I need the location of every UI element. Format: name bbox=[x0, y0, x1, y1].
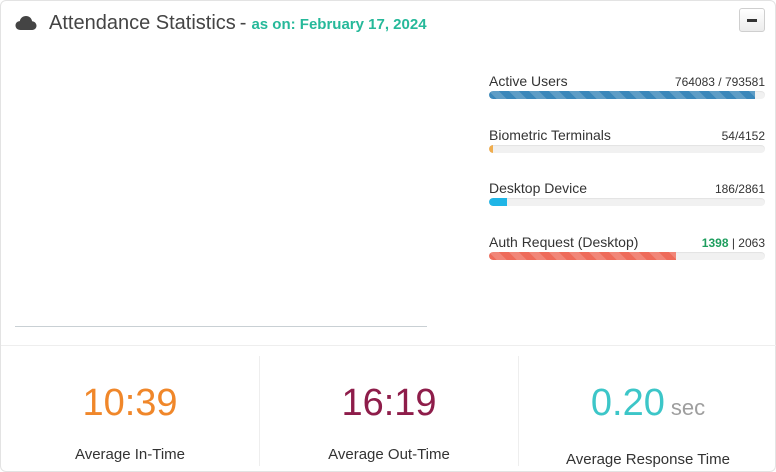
progress-biometric-terminals: Biometric Terminals 54/4152 bbox=[489, 123, 765, 177]
progress-label: Biometric Terminals bbox=[489, 126, 611, 143]
panel-header: Attendance Statistics - as on: February … bbox=[15, 9, 427, 37]
stat-label: Average In-Time bbox=[74, 446, 186, 463]
progress-count: 1398 | 2063 bbox=[702, 236, 765, 250]
stat-value: 10:39 bbox=[82, 382, 178, 424]
progress-desktop-device: Desktop Device 186/2861 bbox=[489, 176, 765, 230]
stat-unit: sec bbox=[670, 395, 706, 420]
progress-fill bbox=[489, 91, 755, 99]
page-title: Attendance Statistics bbox=[49, 11, 236, 34]
chart-baseline bbox=[15, 326, 427, 327]
progress-fill bbox=[489, 144, 493, 153]
collapse-button[interactable] bbox=[739, 8, 765, 32]
stat-value: 16:19 bbox=[341, 382, 437, 424]
progress-track bbox=[489, 251, 765, 260]
progress-count-highlight: 1398 bbox=[701, 235, 729, 250]
stats-divider bbox=[1, 345, 776, 346]
progress-track bbox=[489, 198, 765, 206]
progress-count: 186/2861 bbox=[714, 182, 765, 196]
as-on-date: as on: February 17, 2024 bbox=[251, 16, 427, 33]
progress-count: 54/4152 bbox=[721, 128, 765, 143]
stat-average-in-time: 10:39 Average In-Time bbox=[1, 356, 259, 466]
attendance-statistics-panel: Attendance Statistics - as on: February … bbox=[0, 0, 776, 472]
progress-label: Active Users bbox=[489, 73, 568, 89]
cloud-icon bbox=[15, 15, 37, 31]
progress-label: Desktop Device bbox=[489, 180, 588, 196]
progress-label: Auth Request (Desktop) bbox=[489, 233, 639, 250]
stats-row: 10:39 Average In-Time 16:19 Average Out-… bbox=[1, 356, 776, 468]
progress-fill bbox=[489, 198, 507, 206]
progress-count: 764083 / 793581 bbox=[674, 75, 765, 89]
progress-auth-request-desktop: Auth Request (Desktop) 1398 | 2063 bbox=[489, 230, 765, 284]
progress-count-total: 2063 bbox=[738, 235, 765, 250]
progress-fill bbox=[489, 251, 677, 260]
stat-label: Average Response Time bbox=[566, 451, 730, 468]
progress-list: Active Users 764083 / 793581 Biometric T… bbox=[489, 69, 765, 283]
progress-track bbox=[489, 144, 765, 153]
progress-track bbox=[489, 91, 765, 99]
stat-label: Average Out-Time bbox=[328, 446, 450, 463]
stat-average-response-time: 0.20 sec Average Response Time bbox=[518, 356, 776, 468]
minus-icon bbox=[747, 18, 757, 22]
progress-active-users: Active Users 764083 / 793581 bbox=[489, 69, 765, 123]
title-separator: - bbox=[239, 11, 247, 34]
stat-value: 0.20 sec bbox=[590, 382, 706, 424]
stat-average-out-time: 16:19 Average Out-Time bbox=[259, 356, 518, 466]
chart-area bbox=[15, 47, 427, 327]
progress-count-separator: | bbox=[728, 235, 739, 250]
